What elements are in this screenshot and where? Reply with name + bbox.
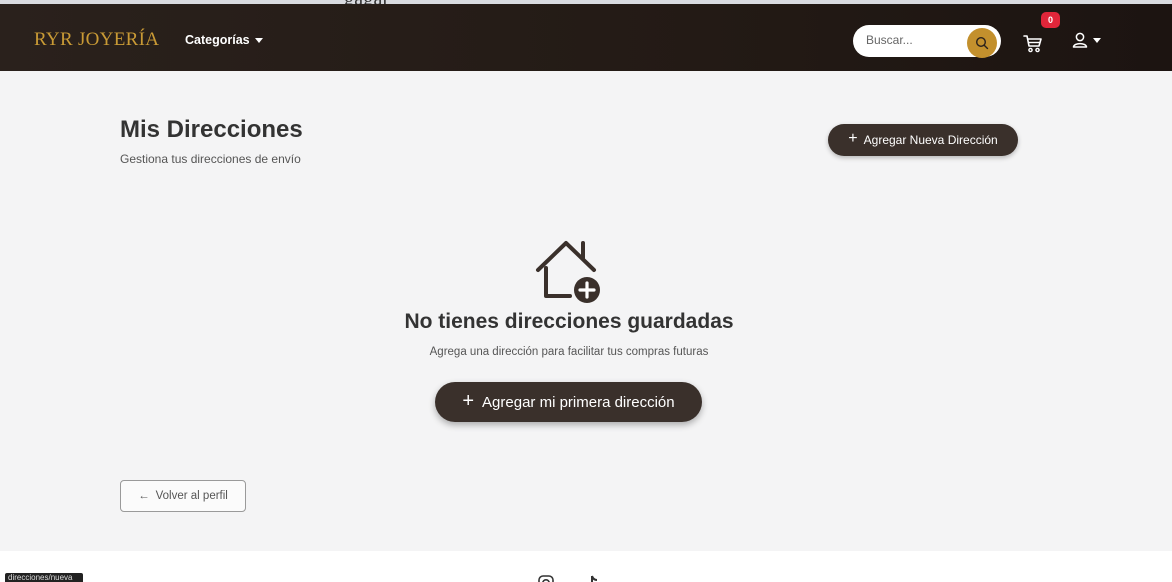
empty-state-title: No tienes direcciones guardadas <box>404 310 734 333</box>
add-first-address-button[interactable]: + Agregar mi primera dirección <box>435 382 702 422</box>
empty-state-subtitle: Agrega una dirección para facilitar tus … <box>429 346 709 358</box>
user-menu[interactable] <box>1071 31 1101 49</box>
user-icon <box>1072 32 1088 48</box>
home-plus-icon <box>536 241 600 303</box>
cart-button[interactable] <box>1022 33 1044 55</box>
footer-social-icons <box>537 574 599 582</box>
brand-logo[interactable]: RYR JOYERÍA <box>34 29 159 51</box>
caret-down-icon <box>254 37 263 43</box>
add-new-address-button[interactable]: + Agregar Nueva Dirección <box>828 124 1018 156</box>
plus-icon: + <box>462 390 475 412</box>
instagram-icon[interactable] <box>537 574 555 582</box>
page-title: Mis Direcciones <box>120 116 303 143</box>
arrow-left-icon: ← <box>138 490 150 502</box>
add-first-address-label: Agregar mi primera dirección <box>482 393 675 411</box>
search-icon <box>975 36 989 50</box>
chevron-down-icon <box>1093 37 1101 43</box>
search-input[interactable] <box>866 33 956 47</box>
tiktok-icon[interactable] <box>585 574 599 582</box>
search-button[interactable] <box>967 28 997 58</box>
back-to-profile-label: Volver al perfil <box>155 490 228 502</box>
plus-icon: + <box>848 130 858 147</box>
page-subtitle: Gestiona tus direcciones de envío <box>120 152 301 166</box>
cart-icon <box>1023 35 1042 53</box>
cart-count-badge: 0 <box>1041 12 1060 28</box>
back-to-profile-button[interactable]: ← Volver al perfil <box>120 480 246 512</box>
add-new-address-label: Agregar Nueva Dirección <box>863 133 998 147</box>
categories-dropdown[interactable]: Categorías <box>185 33 263 47</box>
categories-label: Categorías <box>185 33 250 47</box>
link-preview-tooltip: direcciones/nueva <box>5 573 83 582</box>
